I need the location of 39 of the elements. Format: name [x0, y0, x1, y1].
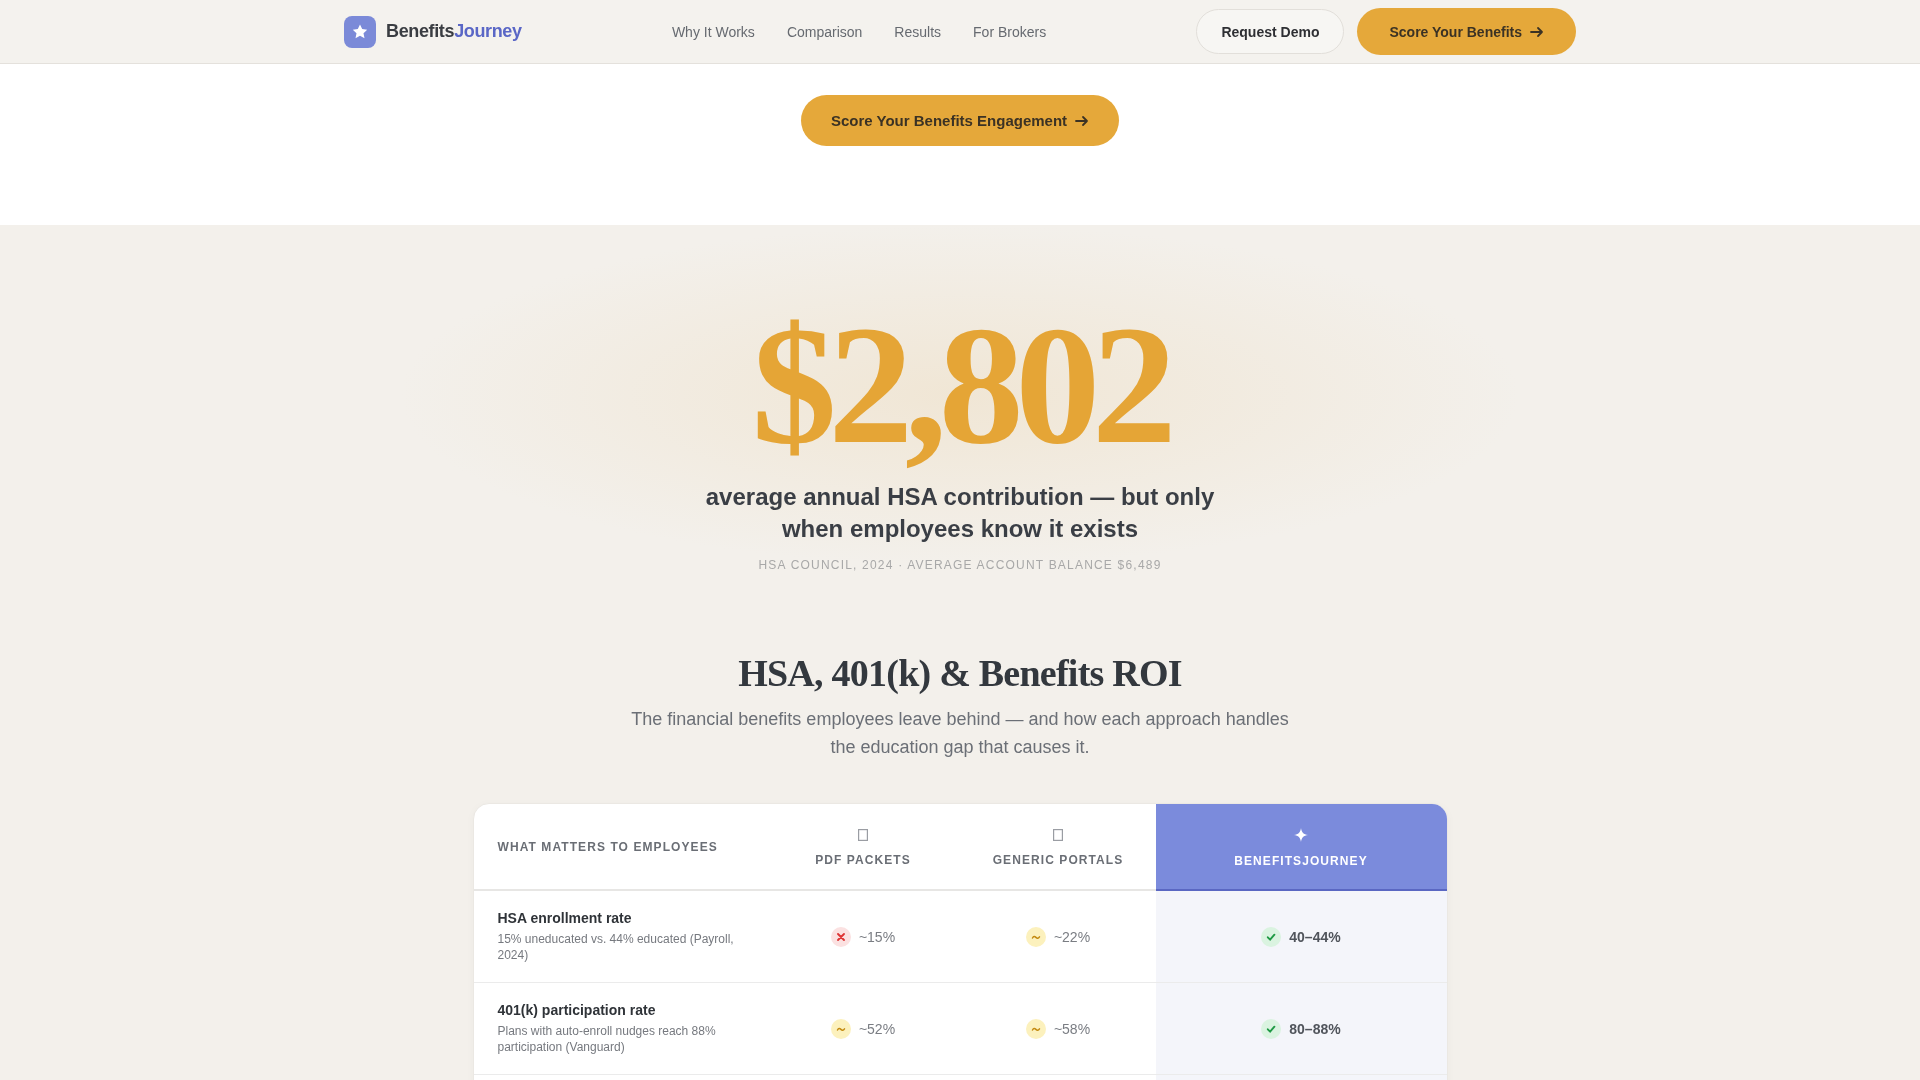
row-note: Plans with auto-enroll nudges reach 88% participation (Vanguard): [497, 1023, 717, 1055]
stat-source: HSA COUNCIL, 2024 · AVERAGE ACCOUNT BALANCE $6,489: [758, 557, 1162, 573]
cross-icon: [830, 926, 851, 947]
stat-value: $2,802: [751, 300, 1169, 470]
tilde-icon: [1025, 1018, 1046, 1039]
request-demo-button[interactable]: Request Demo: [1196, 9, 1345, 54]
nav-link[interactable]: Comparison: [786, 23, 863, 40]
column-heading: GENERIC PORTALS: [992, 852, 1124, 867]
row-title: HSA enrollment rate: [497, 910, 633, 926]
cell-value: ~58%: [1053, 1020, 1091, 1037]
score-benefits-button[interactable]: Score Your Benefits: [1357, 8, 1576, 55]
stat-caption: average annual HSA contribution — but only when employees know it exists: [704, 482, 1216, 544]
cell-value: ~52%: [858, 1020, 896, 1037]
tilde-icon: [1025, 926, 1046, 947]
column-heading: BENEFITSJOURNEY: [1234, 853, 1368, 868]
score-engagement-button[interactable]: Score Your Benefits Engagement: [800, 95, 1120, 146]
column-heading: WHAT MATTERS TO EMPLOYEES: [497, 839, 719, 854]
cell-value: 40–44%: [1289, 928, 1341, 945]
cell-value: 80–88%: [1289, 1020, 1341, 1037]
nav-link[interactable]: Results: [894, 23, 942, 40]
star-logo-icon[interactable]: [344, 15, 376, 48]
cell-value: ~15%: [858, 928, 896, 945]
section-title: HSA, 401(k) & Benefits ROI: [738, 651, 1182, 696]
row-note: 15% uneducated vs. 44% educated (Payroll, 2024): [497, 931, 735, 963]
arrow-right-icon: [1075, 113, 1090, 128]
check-icon: [1261, 926, 1282, 947]
nav-link[interactable]: For Brokers: [973, 23, 1047, 40]
check-icon: [1261, 1018, 1282, 1039]
empty-box-icon: [1053, 828, 1063, 841]
sparkle-icon: [1294, 827, 1308, 842]
cell-value: ~22%: [1053, 928, 1091, 945]
nav-link[interactable]: Why It Works: [671, 23, 755, 40]
empty-box-icon: [858, 828, 868, 841]
arrow-right-icon: [1530, 24, 1544, 39]
section-subtitle: The financial benefits employees leave behind — and how each approach handles the education gap that causes it.: [630, 708, 1290, 759]
brand-name[interactable]: BenefitsJourney: [386, 21, 522, 42]
row-title: 401(k) participation rate: [497, 1002, 657, 1018]
tilde-icon: [830, 1018, 851, 1039]
column-heading: PDF PACKETS: [815, 852, 911, 867]
